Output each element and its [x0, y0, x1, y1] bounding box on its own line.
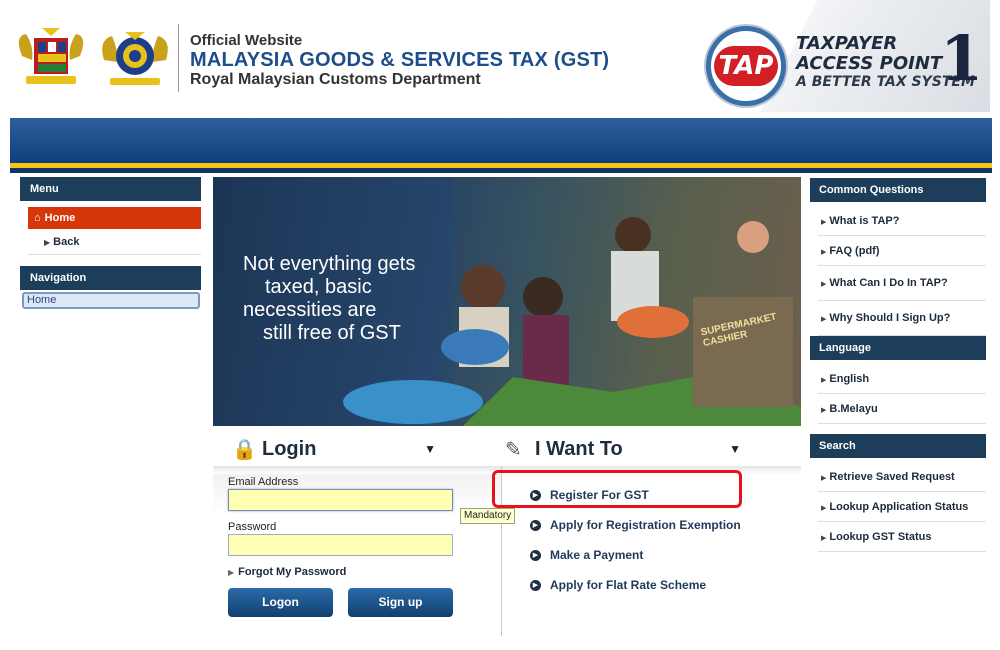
- want-item-label: Apply for Flat Rate Scheme: [550, 578, 707, 592]
- chevron-down-icon: ▼: [424, 442, 436, 456]
- chevron-right-icon: ▶: [821, 377, 827, 384]
- search-lookup-application-status[interactable]: ▶ Lookup Application Status: [818, 492, 986, 522]
- menu-item-home[interactable]: ⌂ Home: [28, 207, 201, 229]
- language-label: B.Melayu: [829, 403, 878, 415]
- login-section-header[interactable]: 🔒 Login ▼: [232, 432, 436, 466]
- search-label: Lookup Application Status: [829, 501, 969, 513]
- customs-department-logo: [102, 32, 168, 85]
- forgot-password-label: Forgot My Password: [238, 566, 347, 578]
- navigation-item-home[interactable]: Home: [22, 292, 200, 309]
- chevron-right-icon: ▶: [821, 475, 827, 482]
- question-label: FAQ (pdf): [829, 245, 880, 257]
- email-label: Email Address: [228, 476, 299, 488]
- want-item-flat-rate-scheme[interactable]: ▶ Apply for Flat Rate Scheme: [530, 570, 790, 600]
- password-field[interactable]: [228, 534, 453, 556]
- signup-button[interactable]: Sign up: [348, 588, 453, 617]
- navigation-heading: Navigation: [20, 266, 201, 290]
- i-want-to-heading: I Want To: [535, 437, 623, 460]
- register-gst-highlight: [492, 470, 742, 508]
- chevron-right-icon: ▶: [821, 407, 827, 414]
- forgot-password-link[interactable]: ▶ Forgot My Password: [228, 566, 346, 578]
- want-item-label: Make a Payment: [550, 548, 644, 562]
- arrow-circle-icon: ▶: [530, 519, 541, 531]
- menu-heading: Menu: [20, 177, 201, 201]
- site-title: MALAYSIA GOODS & SERVICES TAX (GST): [190, 49, 610, 71]
- chevron-right-icon: ▶: [821, 316, 827, 323]
- tap-one-numeral: 1: [940, 22, 984, 95]
- mandatory-tooltip: Mandatory: [460, 508, 516, 524]
- search-lookup-gst-status[interactable]: ▶ Lookup GST Status: [818, 522, 986, 552]
- chevron-right-icon: ▶: [821, 505, 827, 512]
- search-label: Retrieve Saved Request: [829, 471, 955, 483]
- question-label: What Can I Do In TAP?: [829, 277, 948, 289]
- question-faq-pdf[interactable]: ▶ FAQ (pdf): [818, 236, 986, 266]
- department-name: Royal Malaysian Customs Department: [190, 71, 481, 88]
- edit-form-icon: ✎: [505, 438, 522, 461]
- arrow-circle-icon: ▶: [530, 549, 541, 561]
- banner-message: Not everything gets taxed, basic necessi…: [243, 253, 415, 345]
- tap-logo: TAP TAXPAYER ACCESS POINT A BETTER TAX S…: [700, 0, 1000, 118]
- home-icon: ⌂: [34, 212, 41, 224]
- search-retrieve-saved-request[interactable]: ▶ Retrieve Saved Request: [818, 462, 986, 492]
- question-what-can-i-do[interactable]: ▶ What Can I Do In TAP?: [818, 266, 986, 301]
- menu-item-back[interactable]: ▶ Back: [28, 229, 201, 255]
- banner-line-4: still free of GST: [263, 322, 401, 344]
- email-field[interactable]: [228, 489, 453, 511]
- language-english[interactable]: ▶ English: [818, 364, 986, 394]
- site-title-block: Official Website MALAYSIA GOODS & SERVIC…: [190, 32, 609, 89]
- language-bmelayu[interactable]: ▶ B.Melayu: [818, 394, 986, 424]
- want-item-make-payment[interactable]: ▶ Make a Payment: [530, 540, 790, 570]
- login-heading: Login: [262, 437, 317, 460]
- left-sidebar: Menu ⌂ Home ▶ Back Navigation Home: [20, 177, 201, 309]
- password-label: Password: [228, 521, 277, 533]
- banner-line-2: taxed, basic: [265, 276, 372, 298]
- banner-line-3: necessities are: [243, 299, 377, 321]
- question-what-is-tap[interactable]: ▶ What is TAP?: [818, 206, 986, 236]
- want-item-label: Apply for Registration Exemption: [550, 518, 741, 532]
- question-label: What is TAP?: [829, 215, 900, 227]
- question-why-sign-up[interactable]: ▶ Why Should I Sign Up?: [818, 301, 986, 336]
- right-sidebar: Common Questions ▶ What is TAP? ▶ FAQ (pdf…: [810, 178, 986, 552]
- arrow-circle-icon: ▶: [530, 579, 541, 591]
- language-heading: Language: [810, 336, 986, 360]
- menu-item-back-label: Back: [53, 236, 80, 248]
- chevron-right-icon: ▶: [821, 535, 827, 542]
- header-banner-bar: [10, 118, 992, 173]
- malaysia-coat-of-arms-logo: [18, 28, 84, 84]
- language-label: English: [829, 373, 870, 385]
- page: Official Website MALAYSIA GOODS & SERVIC…: [0, 0, 1000, 650]
- chevron-right-icon: ▶: [821, 219, 827, 226]
- login-header-divider: [213, 466, 501, 474]
- site-header: Official Website MALAYSIA GOODS & SERVIC…: [0, 0, 1000, 118]
- official-website-label: Official Website: [190, 32, 303, 49]
- search-label: Lookup GST Status: [829, 531, 932, 543]
- question-label: Why Should I Sign Up?: [829, 312, 951, 324]
- lock-user-icon: 🔒: [232, 438, 257, 461]
- search-heading: Search: [810, 434, 986, 458]
- chevron-down-icon: ▼: [729, 442, 741, 456]
- tap-badge-text: TAP: [714, 46, 778, 86]
- chevron-right-icon: ▶: [44, 238, 51, 247]
- want-item-registration-exemption[interactable]: ▶ Apply for Registration Exemption: [530, 510, 790, 540]
- common-questions-heading: Common Questions: [810, 178, 986, 202]
- header-divider: [178, 24, 179, 92]
- i-want-to-section-header[interactable]: ✎ I Want To ▼: [505, 432, 741, 466]
- chevron-right-icon: ▶: [228, 568, 235, 577]
- logon-button[interactable]: Logon: [228, 588, 333, 617]
- tap-badge: TAP: [706, 26, 786, 106]
- banner-line-1: Not everything gets: [243, 253, 416, 275]
- chevron-right-icon: ▶: [821, 249, 827, 256]
- hero-banner: Not everything gets taxed, basic necessi…: [213, 177, 801, 426]
- chevron-right-icon: ▶: [821, 281, 827, 288]
- menu-item-home-label: Home: [44, 212, 76, 224]
